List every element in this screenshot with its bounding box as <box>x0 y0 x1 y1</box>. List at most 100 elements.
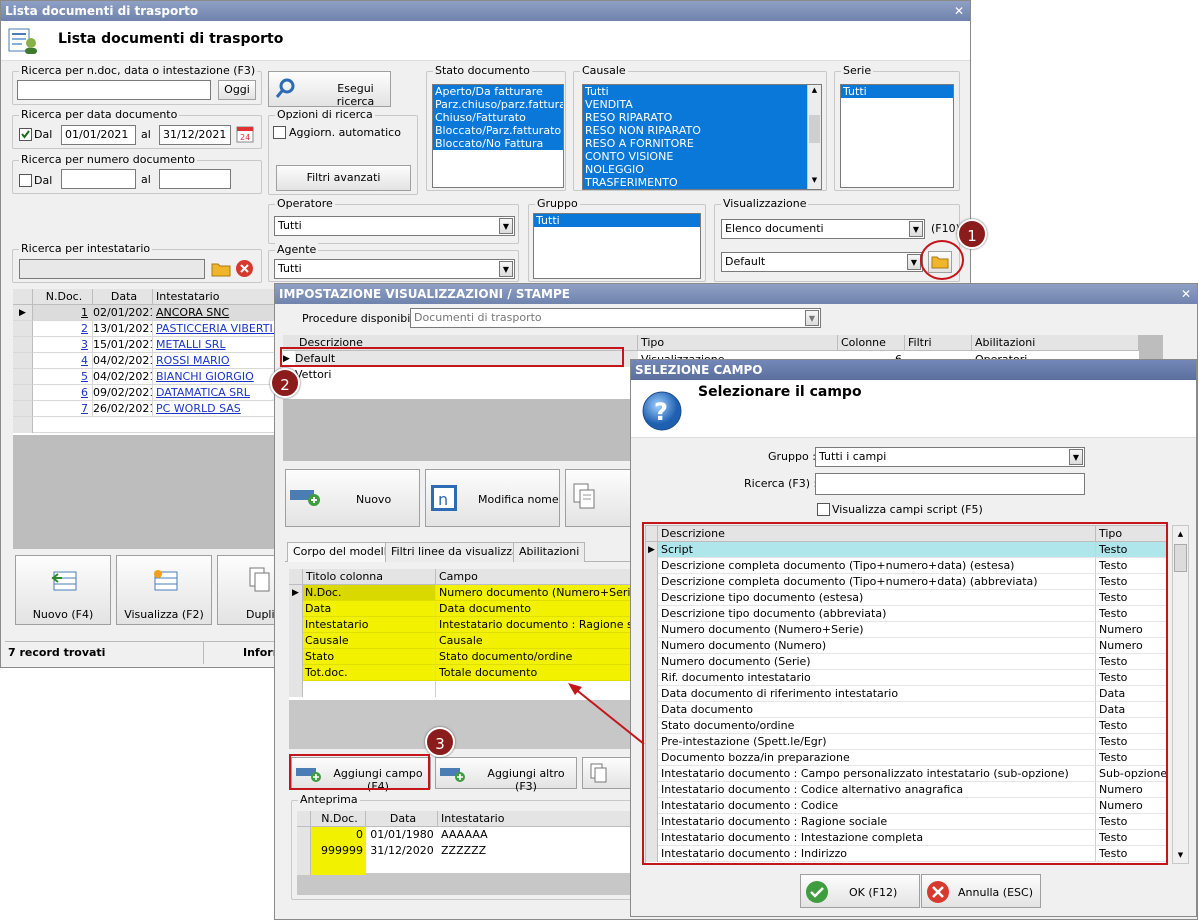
search-button[interactable]: Esegui ricerca <box>268 71 391 108</box>
model-title-cell[interactable]: Data <box>303 601 436 617</box>
model-field-cell[interactable]: Intestatario documento : Ragione sociale <box>436 617 633 633</box>
close-icon[interactable]: ✕ <box>1181 284 1191 304</box>
folder-icon[interactable] <box>211 260 231 278</box>
visualizza-button[interactable]: Visualizza (F2) <box>116 555 212 625</box>
model-field-cell[interactable]: Numero documento (Numero+Serie) <box>436 585 633 601</box>
model-empty-cell[interactable] <box>303 681 436 697</box>
ok-button-label: OK (F12) <box>849 886 898 899</box>
impost-nuovo-button[interactable]: Nuovo <box>285 469 420 527</box>
layout-row-vettori[interactable]: Vettori <box>295 367 638 383</box>
doc-holder-link[interactable]: PC WORLD SAS <box>153 401 275 417</box>
gruppo-select[interactable]: Tutti i campi ▼ <box>815 447 1085 467</box>
calendar-icon[interactable]: 24 <box>235 124 255 144</box>
impost-copy-button[interactable] <box>565 469 635 527</box>
tab-corpo-modello[interactable]: Corpo del modello <box>287 542 400 562</box>
operatore-select[interactable]: Tutti ▼ <box>274 216 515 236</box>
date-from-input[interactable]: 01/01/2021 <box>61 125 136 145</box>
causale-item[interactable]: RESO A FORNITORE <box>583 137 807 150</box>
causale-item[interactable]: RESO RIPARATO <box>583 111 807 124</box>
fields-scrollbar[interactable]: ▲ ▼ <box>1172 525 1189 864</box>
row-indicator <box>289 681 303 697</box>
causale-item[interactable]: Tutti <box>583 85 807 98</box>
agente-select[interactable]: Tutti ▼ <box>274 259 515 279</box>
chevron-down-icon[interactable]: ▼ <box>805 310 819 326</box>
procedure-select[interactable]: Documenti di trasporto ▼ <box>410 308 821 328</box>
auto-update-checkbox[interactable] <box>273 126 286 139</box>
close-icon[interactable]: ✕ <box>954 1 964 21</box>
stato-item[interactable]: Parz.chiuso/parz.fatturato <box>433 98 563 111</box>
modifica-nome-button[interactable]: n Modifica nome <box>425 469 560 527</box>
nuovo-button[interactable]: Nuovo (F4) <box>15 555 111 625</box>
main-window-title: Lista documenti di trasporto <box>5 4 199 18</box>
doc-number-link[interactable]: 2 <box>33 321 93 337</box>
stato-item[interactable]: Aperto/Da fatturare <box>433 85 563 98</box>
model-field-cell[interactable]: Data documento <box>436 601 633 617</box>
script-checkbox[interactable] <box>817 503 830 516</box>
checkmark-icon <box>21 130 30 139</box>
doc-number-link[interactable]: 7 <box>33 401 93 417</box>
view-select[interactable]: Elenco documenti ▼ <box>721 219 925 239</box>
model-title-cell[interactable]: Tot.doc. <box>303 665 436 681</box>
model-field-cell[interactable]: Stato documento/ordine <box>436 649 633 665</box>
doc-number-link[interactable]: 6 <box>33 385 93 401</box>
cancel-button[interactable]: Annulla (ESC) <box>921 874 1041 908</box>
doc-number-link[interactable]: 5 <box>33 369 93 385</box>
oggi-button[interactable]: Oggi <box>218 80 256 100</box>
stato-item[interactable]: Chiuso/Fatturato <box>433 111 563 124</box>
model-title-cell[interactable]: Causale <box>303 633 436 649</box>
agente-legend: Agente <box>275 243 319 256</box>
causale-scrollbar[interactable]: ▲ ▼ <box>807 85 821 189</box>
serie-list[interactable]: Tutti <box>840 84 954 188</box>
doc-holder-link[interactable]: ROSSI MARIO <box>153 353 275 369</box>
causale-item[interactable]: VENDITA <box>583 98 807 111</box>
model-copy-button[interactable] <box>582 757 632 789</box>
chevron-down-icon[interactable]: ▼ <box>499 218 513 234</box>
tab-abilitazioni[interactable]: Abilitazioni <box>513 542 586 562</box>
doc-holder-link[interactable]: PASTICCERIA VIBERTI S <box>153 321 275 337</box>
chevron-down-icon[interactable]: ▼ <box>499 261 513 277</box>
chevron-down-icon[interactable]: ▼ <box>909 221 923 237</box>
text-search-input[interactable] <box>17 80 211 100</box>
chevron-down-icon[interactable]: ▼ <box>1069 449 1083 465</box>
model-field-cell[interactable]: Causale <box>436 633 633 649</box>
stato-list[interactable]: Aperto/Da fatturare Parz.chiuso/parz.fatt… <box>432 84 564 188</box>
date-dal-checkbox[interactable] <box>19 128 32 141</box>
causale-list[interactable]: Tutti VENDITA RESO RIPARATO RESO NON RIPARA… <box>582 84 822 190</box>
gruppo-list[interactable]: Tutti <box>533 213 701 279</box>
model-title-cell[interactable]: Stato <box>303 649 436 665</box>
causale-item[interactable]: NOLEGGIO <box>583 163 807 176</box>
stato-item[interactable]: Bloccato/No Fattura <box>433 137 563 150</box>
ok-button[interactable]: OK (F12) <box>800 874 920 908</box>
number-dal-checkbox[interactable] <box>19 174 32 187</box>
gruppo-item[interactable]: Tutti <box>534 214 700 227</box>
advanced-filters-button[interactable]: Filtri avanzati <box>276 165 411 191</box>
add-other-button[interactable]: Aggiungi altro (F3) <box>435 757 577 793</box>
doc-holder-link[interactable]: ANCORA SNC <box>153 305 275 321</box>
model-title-cell[interactable]: N.Doc. <box>303 585 436 601</box>
stato-item[interactable]: Bloccato/Parz.fatturato <box>433 124 563 137</box>
number-to-input[interactable] <box>159 169 231 189</box>
chevron-down-icon[interactable]: ▼ <box>907 254 921 270</box>
doc-number-link[interactable]: 3 <box>33 337 93 353</box>
add-other-label: Aggiungi altro (F3) <box>487 767 565 793</box>
doc-holder-link[interactable]: BIANCHI GIORGIO <box>153 369 275 385</box>
causale-item[interactable]: CONTO VISIONE <box>583 150 807 163</box>
serie-item[interactable]: Tutti <box>841 85 953 98</box>
causale-item[interactable]: RESO NON RIPARATO <box>583 124 807 137</box>
doc-number-link[interactable]: 4 <box>33 353 93 369</box>
serie-legend: Serie <box>841 64 874 77</box>
layout-select[interactable]: Default ▼ <box>721 252 923 272</box>
ricerca-input[interactable] <box>815 473 1085 495</box>
doc-holder-link[interactable]: METALLI SRL <box>153 337 275 353</box>
table-header: Intestatario <box>153 289 275 305</box>
scrollbar-thumb[interactable] <box>1174 544 1187 572</box>
causale-item[interactable]: TRASFERIMENTO <box>583 176 807 189</box>
doc-holder-link[interactable]: DATAMATICA SRL <box>153 385 275 401</box>
model-field-cell[interactable]: Totale documento <box>436 665 633 681</box>
duplica-button[interactable]: Duplic <box>217 555 281 625</box>
clear-icon[interactable] <box>235 259 254 278</box>
doc-number-link[interactable]: 1 <box>33 305 93 321</box>
date-to-input[interactable]: 31/12/2021 <box>159 125 231 145</box>
number-from-input[interactable] <box>61 169 136 189</box>
model-title-cell[interactable]: Intestatario <box>303 617 436 633</box>
